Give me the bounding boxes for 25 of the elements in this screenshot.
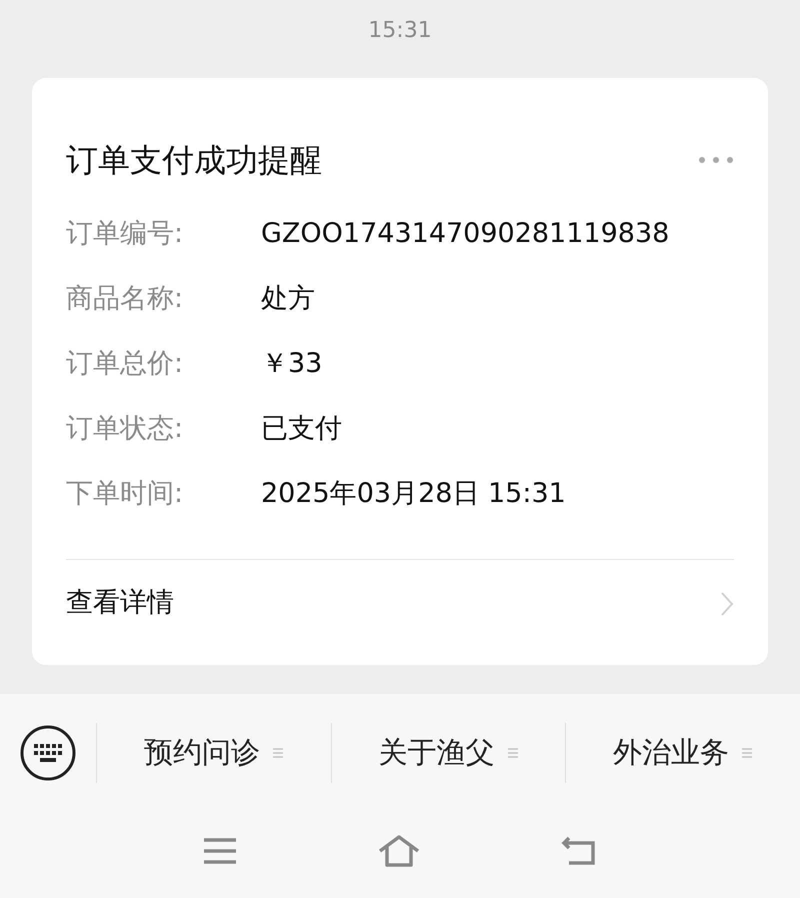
message-time: 15:31 bbox=[368, 17, 432, 45]
details-link[interactable]: 查看详情 bbox=[66, 583, 174, 624]
home-icon[interactable] bbox=[377, 834, 421, 868]
menu-button[interactable]: 外治业务 bbox=[613, 731, 754, 775]
menu-button[interactable]: 关于渔父 bbox=[378, 731, 518, 775]
back-icon[interactable] bbox=[561, 836, 597, 866]
chevron-right-icon bbox=[720, 590, 734, 616]
field-label: 下单时间: bbox=[66, 477, 184, 512]
menu-icon[interactable] bbox=[203, 837, 237, 865]
field-value: 处方 bbox=[261, 282, 315, 316]
more-icon[interactable] bbox=[698, 156, 734, 164]
field-value: 已支付 bbox=[261, 412, 342, 446]
list-icon bbox=[272, 746, 284, 760]
field-value: 2025年03月28日 15:31 bbox=[261, 477, 566, 512]
card-title: 订单支付成功提醒 bbox=[66, 140, 322, 181]
keyboard-icon[interactable] bbox=[20, 725, 76, 781]
field-value: ￥33 bbox=[261, 347, 322, 382]
field-value: GZOO1743147090281119838 bbox=[261, 217, 670, 252]
list-icon bbox=[741, 746, 754, 760]
field-label: 商品名称: bbox=[66, 282, 184, 316]
menu-button[interactable]: 预约问诊 bbox=[144, 731, 284, 775]
list-icon bbox=[506, 746, 518, 760]
field-label: 订单总价: bbox=[66, 347, 184, 382]
field-label: 订单编号: bbox=[66, 217, 184, 252]
field-label: 订单状态: bbox=[66, 412, 184, 446]
